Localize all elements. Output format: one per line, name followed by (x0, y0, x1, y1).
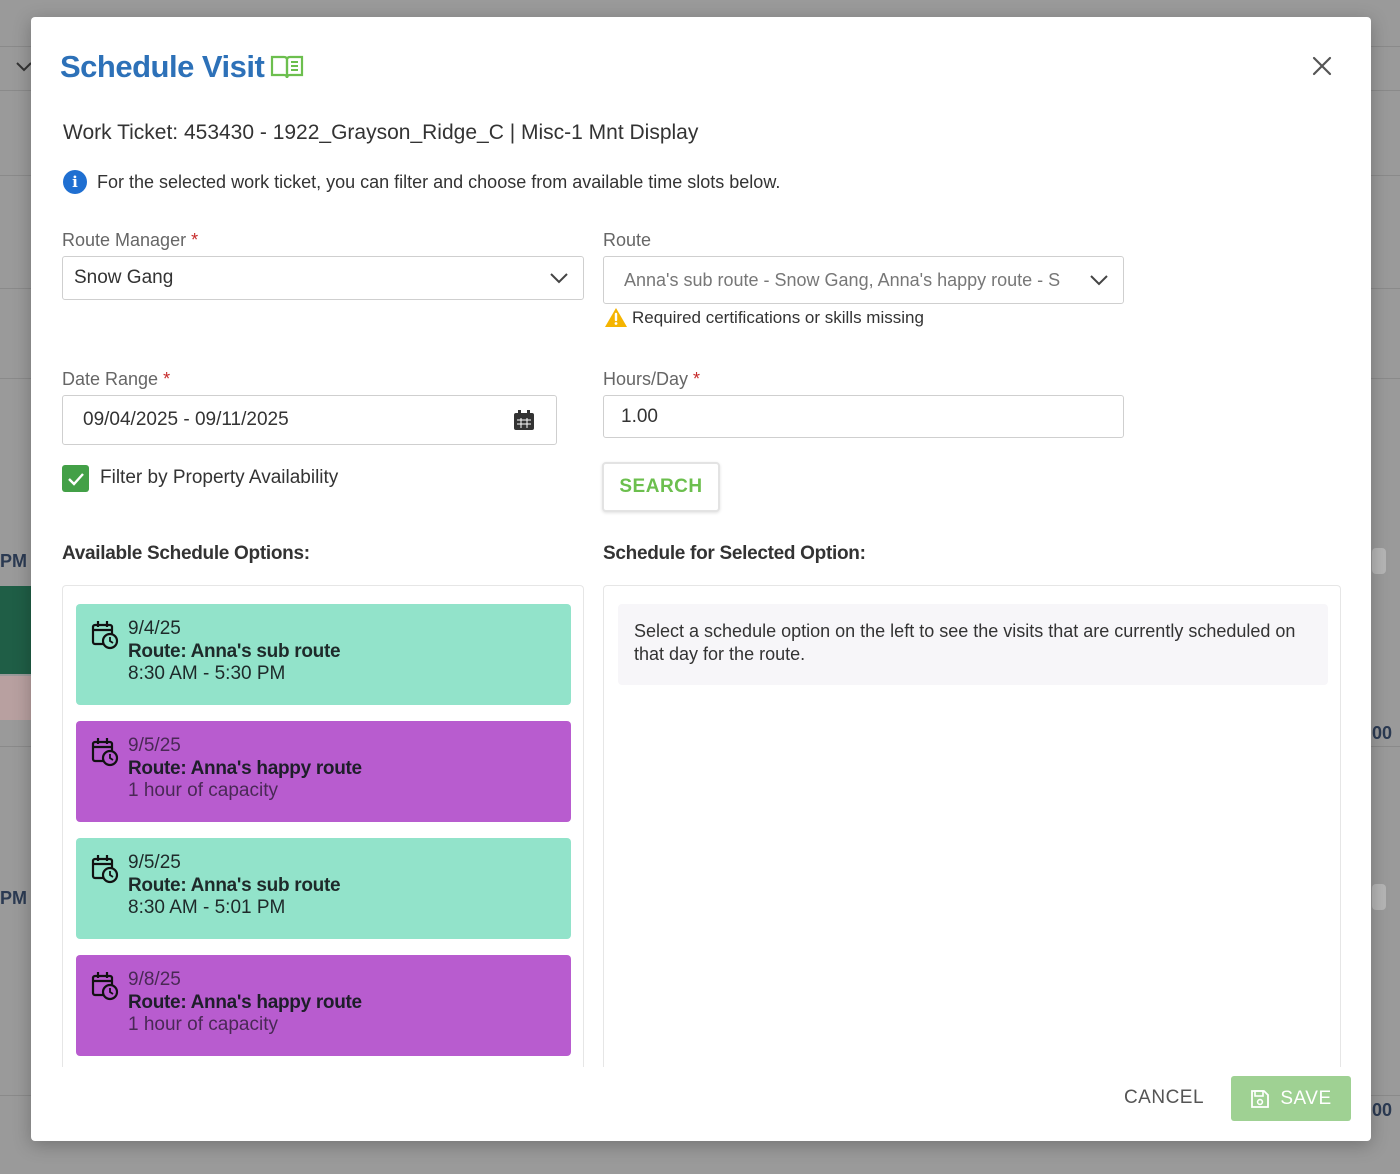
bg-value-label: 00 (1372, 1100, 1393, 1120)
calendar-clock-icon (91, 738, 119, 767)
schedule-options-list: 9/4/25 Route: Anna's sub route 8:30 AM -… (62, 585, 584, 1067)
chevron-down-icon (1090, 275, 1108, 286)
schedule-option[interactable]: 9/4/25 Route: Anna's sub route 8:30 AM -… (76, 604, 571, 705)
route-warning: Required certifications or skills missin… (604, 307, 924, 328)
option-date: 9/5/25 (128, 852, 181, 873)
warning-icon (605, 308, 627, 327)
date-range-input[interactable]: 09/04/2025 - 09/11/2025 (62, 395, 557, 445)
check-icon (67, 472, 84, 486)
cancel-button[interactable]: CANCEL (1114, 1079, 1214, 1117)
selected-schedule-message: Select a schedule option on the left to … (618, 604, 1328, 685)
bg-value-label: 00 (1372, 723, 1393, 743)
schedule-option[interactable]: 9/8/25 Route: Anna's happy route 1 hour … (76, 955, 571, 1056)
schedule-visit-dialog: Schedule Visit Work Ticket: 453430 - 192… (31, 17, 1371, 1141)
selected-schedule-panel: Select a schedule option on the left to … (603, 585, 1341, 1067)
option-detail: 8:30 AM - 5:01 PM (128, 897, 286, 918)
dialog-title: Schedule Visit (60, 49, 265, 84)
option-detail: 8:30 AM - 5:30 PM (128, 663, 286, 684)
route-manager-label: Route Manager * (62, 230, 198, 251)
route-manager-label-text: Route Manager (62, 230, 187, 250)
hours-per-day-label: Hours/Day * (603, 369, 700, 390)
info-text: For the selected work ticket, you can fi… (97, 171, 781, 192)
bg-event-block (0, 676, 32, 720)
option-route: Route: Anna's happy route (128, 991, 362, 1013)
close-icon[interactable] (1309, 53, 1335, 79)
route-value: Anna's sub route - Snow Gang, Anna's hap… (624, 269, 1061, 290)
required-marker: * (191, 230, 199, 250)
bg-event-block (0, 586, 32, 674)
calendar-clock-icon (91, 972, 119, 1001)
hours-per-day-value: 1.00 (621, 405, 658, 427)
option-detail: 1 hour of capacity (128, 1014, 278, 1035)
chevron-down-icon (550, 273, 568, 284)
filter-property-label[interactable]: Filter by Property Availability (100, 467, 338, 489)
hours-per-day-input[interactable]: 1.00 (603, 395, 1124, 438)
calendar-icon[interactable] (513, 410, 535, 431)
schedule-option[interactable]: 9/5/25 Route: Anna's sub route 8:30 AM -… (76, 838, 571, 939)
save-label: SAVE (1280, 1087, 1332, 1109)
filter-property-checkbox[interactable] (62, 465, 89, 492)
option-route: Route: Anna's sub route (128, 874, 341, 896)
info-icon: i (63, 170, 87, 194)
book-icon[interactable] (270, 53, 304, 81)
calendar-clock-icon (91, 855, 119, 884)
option-route: Route: Anna's happy route (128, 757, 362, 779)
info-message: i For the selected work ticket, you can … (63, 170, 780, 194)
work-ticket-text: Work Ticket: 453430 - 1922_Grayson_Ridge… (63, 121, 699, 144)
route-manager-select[interactable]: Snow Gang (62, 256, 584, 300)
bg-pill (1372, 884, 1386, 910)
search-button[interactable]: SEARCH (602, 462, 720, 512)
option-route: Route: Anna's sub route (128, 640, 341, 662)
option-detail: 1 hour of capacity (128, 780, 278, 801)
date-range-value: 09/04/2025 - 09/11/2025 (83, 409, 289, 430)
bg-time-label: PM (0, 551, 27, 571)
calendar-clock-icon (91, 621, 119, 650)
schedule-option[interactable]: 9/5/25 Route: Anna's happy route 1 hour … (76, 721, 571, 822)
save-button[interactable]: SAVE (1231, 1076, 1351, 1121)
bg-pill (1372, 548, 1386, 574)
date-range-label-text: Date Range (62, 369, 159, 389)
route-select[interactable]: Anna's sub route - Snow Gang, Anna's hap… (603, 256, 1124, 304)
available-options-title: Available Schedule Options: (62, 543, 310, 564)
date-range-label: Date Range * (62, 369, 170, 390)
option-date: 9/8/25 (128, 969, 181, 990)
bg-time-label: PM (0, 888, 27, 908)
route-manager-value: Snow Gang (74, 267, 174, 288)
required-marker: * (693, 369, 701, 389)
option-date: 9/4/25 (128, 618, 181, 639)
required-marker: * (163, 369, 171, 389)
hours-per-day-label-text: Hours/Day (603, 369, 689, 389)
route-warning-text: Required certifications or skills missin… (632, 307, 924, 327)
selected-option-title: Schedule for Selected Option: (603, 543, 866, 564)
route-label: Route (603, 230, 652, 250)
save-icon (1251, 1089, 1270, 1108)
option-date: 9/5/25 (128, 735, 181, 756)
